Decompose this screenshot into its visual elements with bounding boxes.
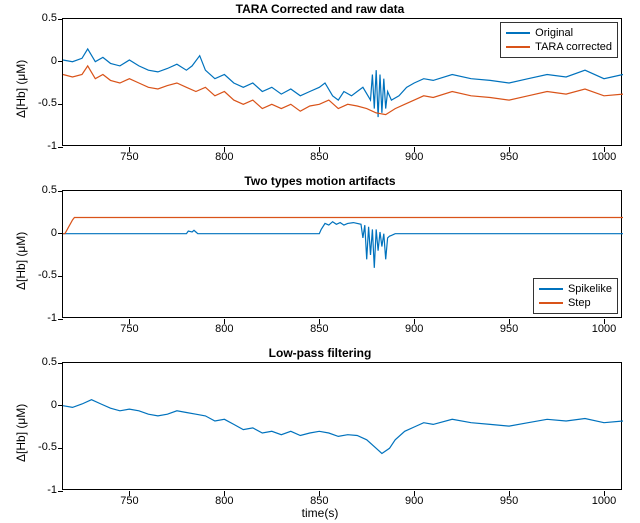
y-tick: [58, 233, 63, 234]
panel-2: Two types motion artifacts Spikelike Ste…: [0, 172, 640, 344]
panel-1-axes: Original TARA corrected -1-0.500.5750800…: [62, 18, 622, 146]
y-tick: [58, 491, 63, 492]
x-tick-label: 800: [209, 151, 239, 163]
y-tick: [58, 448, 63, 449]
y-tick: [58, 363, 63, 364]
series-line: [63, 66, 623, 115]
legend-swatch: [506, 46, 530, 48]
series-line: [63, 400, 623, 454]
panel-2-ylabel: Δ[Hb] (μM): [14, 232, 28, 290]
legend-swatch: [506, 32, 530, 34]
series-line: [63, 218, 623, 234]
y-tick: [58, 276, 63, 277]
x-tick-label: 950: [494, 323, 524, 335]
series-line: [63, 222, 623, 268]
panel-3-plot: [63, 363, 623, 491]
panel-3-ylabel: Δ[Hb] (μM): [14, 404, 28, 462]
x-tick-label: 950: [494, 151, 524, 163]
x-tick-label: 850: [304, 151, 334, 163]
legend-label: TARA corrected: [535, 41, 612, 53]
x-tick-label: 800: [209, 323, 239, 335]
panel-2-legend: Spikelike Step: [533, 278, 618, 314]
y-tick-label: 0.5: [19, 12, 57, 24]
panel-3-xlabel: time(s): [0, 506, 640, 520]
y-tick-label: 0.5: [19, 184, 57, 196]
panel-2-title: Two types motion artifacts: [0, 174, 640, 188]
y-tick-label: 0.5: [19, 356, 57, 368]
figure: TARA Corrected and raw data Original TAR…: [0, 0, 640, 523]
panel-3: Low-pass filtering -1-0.500.575080085090…: [0, 344, 640, 516]
legend-label: Step: [568, 297, 591, 309]
y-tick-label: -1: [19, 312, 57, 324]
panel-3-axes: -1-0.500.57508008509009501000: [62, 362, 622, 490]
legend-row: TARA corrected: [506, 40, 612, 54]
y-tick: [58, 191, 63, 192]
x-tick-label: 750: [114, 323, 144, 335]
y-tick-label: -1: [19, 484, 57, 496]
legend-swatch: [539, 288, 563, 290]
y-tick: [58, 19, 63, 20]
legend-label: Original: [535, 27, 573, 39]
panel-1-ylabel: Δ[Hb] (μM): [14, 60, 28, 118]
panel-2-axes: Spikelike Step -1-0.500.5750800850900950…: [62, 190, 622, 318]
panel-3-title: Low-pass filtering: [0, 346, 640, 360]
legend-label: Spikelike: [568, 283, 612, 295]
y-tick: [58, 147, 63, 148]
legend-swatch: [539, 302, 563, 304]
x-tick-label: 850: [304, 323, 334, 335]
y-tick: [58, 104, 63, 105]
y-tick: [58, 319, 63, 320]
legend-row: Spikelike: [539, 282, 612, 296]
panel-1-title: TARA Corrected and raw data: [0, 2, 640, 16]
x-tick-label: 900: [399, 323, 429, 335]
y-tick-label: -1: [19, 140, 57, 152]
legend-row: Step: [539, 296, 612, 310]
legend-row: Original: [506, 26, 612, 40]
panel-1: TARA Corrected and raw data Original TAR…: [0, 0, 640, 172]
x-tick-label: 1000: [589, 323, 619, 335]
y-tick: [58, 61, 63, 62]
x-tick-label: 750: [114, 151, 144, 163]
x-tick-label: 1000: [589, 151, 619, 163]
x-tick-label: 900: [399, 151, 429, 163]
y-tick: [58, 405, 63, 406]
panel-1-legend: Original TARA corrected: [500, 22, 618, 58]
